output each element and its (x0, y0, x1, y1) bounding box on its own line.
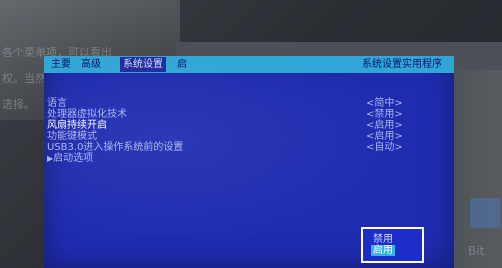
popup-option-disable[interactable]: 禁用 (371, 234, 395, 245)
setting-label: 风扇持续开启 (47, 120, 107, 131)
setting-row-boot-options[interactable]: ▶启动选项 (44, 153, 454, 164)
menu-tab-system-settings[interactable]: 系统设置 (120, 57, 166, 72)
setting-row-language[interactable]: 语言 <简中> (44, 98, 454, 109)
setting-label: ▶启动选项 (47, 153, 93, 164)
bios-utility-title: 系统设置实用程序 (362, 59, 442, 70)
setting-value: <自动> (366, 142, 403, 153)
background-panel (454, 70, 502, 268)
article-line: 选择。 (2, 98, 35, 111)
background-text: Bit (468, 244, 485, 258)
setting-label: 功能键模式 (47, 131, 97, 142)
setting-value: <启用> (366, 120, 403, 131)
setting-row-hotkey-mode[interactable]: 功能键模式 <启用> (44, 131, 454, 142)
setting-value: <禁用> (366, 109, 403, 120)
article-line: 权。当然 (2, 72, 46, 85)
setting-row-fan-always-on[interactable]: 风扇持续开启 <启用> (44, 120, 454, 131)
bios-menu-bar: 主要 高级 系统设置 启 系统设置实用程序 (44, 56, 454, 73)
photo-frame: 各个菜单项，可以看出 权。当然 选择。 Bit 主要 高级 系统设置 启 系统设… (0, 0, 502, 268)
app-icon (470, 198, 500, 228)
setting-value: <启用> (366, 131, 403, 142)
popup-option-enable[interactable]: 启用 (371, 245, 395, 256)
menu-tab-advanced[interactable]: 高级 (78, 57, 104, 72)
option-popup: 禁用 启用 (361, 227, 424, 263)
menu-tab-boot[interactable]: 启 (174, 57, 190, 72)
setting-label: USB3.0进入操作系统前的设置 (47, 142, 184, 153)
setting-row-usb3-preos[interactable]: USB3.0进入操作系统前的设置 <自动> (44, 142, 454, 153)
setting-row-virtualization[interactable]: 处理器虚拟化技术 <禁用> (44, 109, 454, 120)
setting-value: <简中> (366, 98, 403, 109)
setting-label: 处理器虚拟化技术 (47, 109, 127, 120)
bios-screen: 主要 高级 系统设置 启 系统设置实用程序 语言 <简中> 处理器虚拟化技术 <… (44, 56, 454, 268)
setting-label-text: 启动选项 (53, 153, 94, 164)
menu-tab-main[interactable]: 主要 (48, 57, 74, 72)
setting-label: 语言 (47, 98, 67, 109)
